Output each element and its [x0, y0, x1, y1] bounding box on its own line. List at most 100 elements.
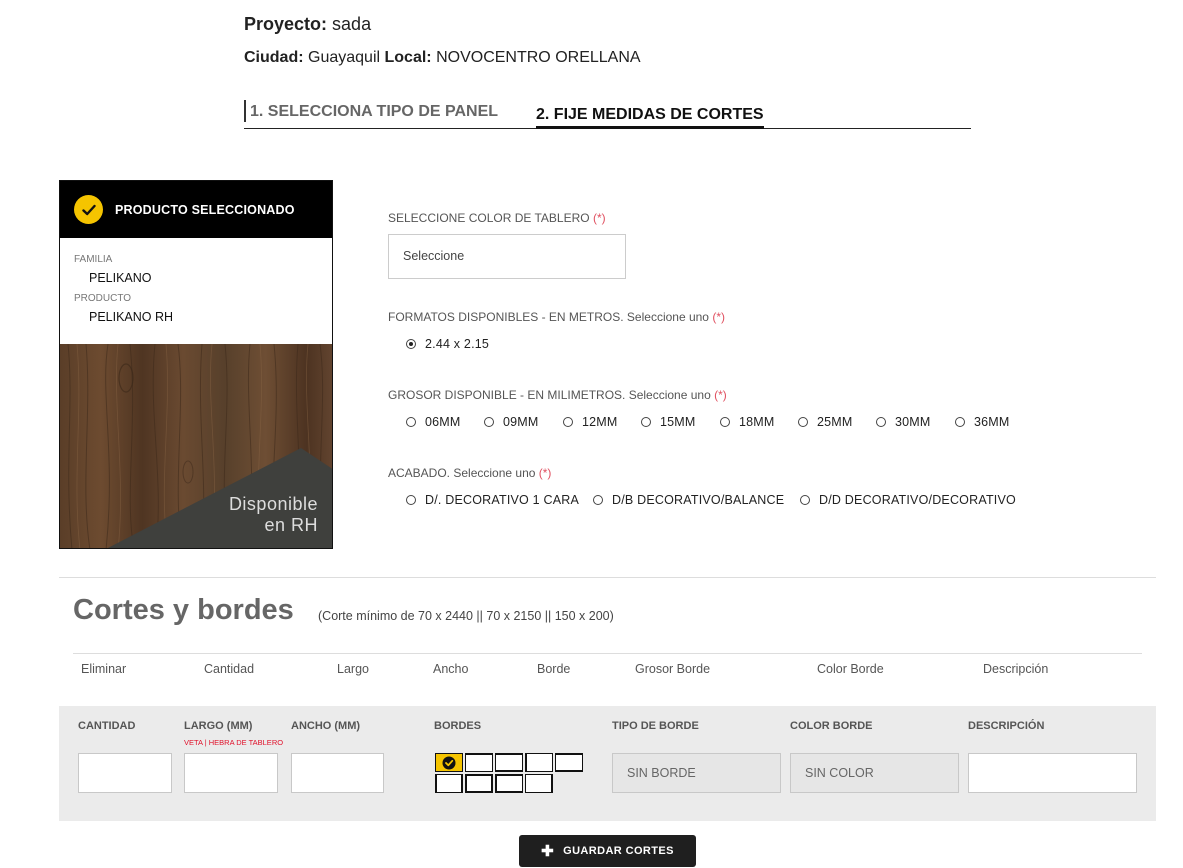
border-option-top-bottom[interactable] — [495, 753, 523, 772]
cortes-note: (Corte mínimo de 70 x 2440 || 70 x 2150 … — [318, 609, 614, 623]
border-option-right[interactable] — [525, 774, 553, 793]
descripcion-label: DESCRIPCIÓN — [968, 720, 1045, 732]
grosor-options: 06MM 09MM 12MM 15MM 18MM 25MM 30MM 36MM — [388, 415, 1088, 429]
veta-note: VETA | HEBRA DE TABLERO — [184, 738, 284, 747]
col-ancho: Ancho — [433, 662, 469, 676]
radio-icon[interactable] — [406, 495, 416, 505]
familia-value: PELIKANO — [89, 271, 152, 285]
col-color-borde: Color Borde — [817, 662, 884, 676]
grosor-option[interactable]: 12MM — [563, 415, 641, 429]
cantidad-label: CANTIDAD — [78, 720, 136, 732]
project-label: Proyecto: — [244, 14, 328, 34]
radio-icon[interactable] — [406, 417, 416, 427]
color-borde-select[interactable]: SIN COLOR — [790, 753, 959, 793]
producto-label: PRODUCTO — [74, 293, 132, 304]
acabado-label: ACABADO. Seleccione uno (*) — [388, 466, 1088, 480]
grosor-label: GROSOR DISPONIBLE - EN MILIMETROS. Selec… — [388, 388, 1088, 402]
grosor-option[interactable]: 30MM — [876, 415, 955, 429]
cortes-title: Cortes y bordes — [73, 594, 294, 626]
grosor-label-text: GROSOR DISPONIBLE - EN MILIMETROS. Selec… — [388, 388, 711, 402]
grosor-option-label: 25MM — [817, 415, 853, 429]
border-option-all[interactable] — [465, 774, 493, 793]
step-tabs: 1. SELECCIONA TIPO DE PANEL 2. FIJE MEDI… — [244, 100, 971, 129]
producto-value: PELIKANO RH — [89, 310, 174, 324]
card-title: PRODUCTO SELECCIONADO — [115, 202, 295, 217]
grosor-option[interactable]: 36MM — [955, 415, 1010, 429]
color-borde-label: COLOR BORDE — [790, 720, 873, 732]
col-cantidad: Cantidad — [204, 662, 255, 676]
radio-icon[interactable] — [484, 417, 494, 427]
bordes-label: BORDES — [434, 720, 482, 732]
grosor-option-label: 09MM — [503, 415, 539, 429]
color-select[interactable]: Seleccione — [388, 234, 626, 279]
col-borde: Borde — [537, 662, 571, 676]
acabado-option-label: D/. DECORATIVO 1 CARA — [425, 493, 579, 507]
border-option-none[interactable] — [435, 753, 463, 772]
required-mark: (*) — [714, 388, 727, 402]
grosor-option[interactable]: 18MM — [720, 415, 798, 429]
grosor-option[interactable]: 06MM — [406, 415, 484, 429]
grosor-option[interactable]: 09MM — [484, 415, 563, 429]
save-cuts-button[interactable]: ✚ GUARDAR CORTES — [519, 835, 696, 867]
acabado-label-text: ACABADO. Seleccione uno — [388, 466, 536, 480]
border-option-short-sides[interactable] — [435, 774, 463, 793]
grosor-option[interactable]: 25MM — [798, 415, 876, 429]
product-image: Disponible en RH — [60, 343, 332, 548]
radio-icon[interactable] — [720, 417, 730, 427]
badge-line-2: en RH — [264, 515, 318, 535]
descripcion-input[interactable] — [968, 753, 1137, 793]
col-descripcion: Descripción — [983, 662, 1049, 676]
border-option-top[interactable] — [465, 753, 493, 772]
formato-option[interactable]: 2.44 x 2.15 — [406, 337, 489, 351]
acabado-option-label: D/B DECORATIVO/BALANCE — [612, 493, 785, 507]
local-label: Local: — [384, 49, 432, 66]
grosor-option-label: 12MM — [582, 415, 618, 429]
color-label: SELECCIONE COLOR DE TABLERO (*) — [388, 211, 1088, 225]
acabado-option[interactable]: D/B DECORATIVO/BALANCE — [593, 493, 800, 507]
save-cuts-label: GUARDAR CORTES — [563, 845, 674, 857]
col-grosor-borde: Grosor Borde — [635, 662, 711, 676]
radio-icon[interactable] — [800, 495, 810, 505]
border-option-long-sides[interactable] — [555, 753, 583, 772]
panel-options-form: SELECCIONE COLOR DE TABLERO (*) Seleccio… — [388, 211, 1088, 507]
radio-icon[interactable] — [955, 417, 965, 427]
card-header: PRODUCTO SELECCIONADO — [60, 181, 332, 238]
tab-step-2[interactable]: 2. FIJE MEDIDAS DE CORTES — [536, 106, 764, 129]
radio-icon[interactable] — [641, 417, 651, 427]
acabado-option[interactable]: D/D DECORATIVO/DECORATIVO — [800, 493, 1016, 507]
radio-selected-icon[interactable] — [406, 339, 416, 349]
check-icon — [74, 195, 103, 224]
familia-label: FAMILIA — [74, 254, 113, 265]
radio-icon[interactable] — [563, 417, 573, 427]
grosor-option-label: 18MM — [739, 415, 775, 429]
border-option-left[interactable] — [525, 753, 553, 772]
required-mark: (*) — [538, 466, 552, 480]
table-header-line — [73, 653, 1142, 654]
local-value: NOVOCENTRO ORELLANA — [436, 49, 641, 66]
acabado-options: D/. DECORATIVO 1 CARA D/B DECORATIVO/BAL… — [388, 493, 1088, 507]
largo-input[interactable] — [184, 753, 278, 793]
grosor-option-label: 36MM — [974, 415, 1010, 429]
radio-icon[interactable] — [593, 495, 603, 505]
grosor-option[interactable]: 15MM — [641, 415, 720, 429]
acabado-option-label: D/D DECORATIVO/DECORATIVO — [819, 493, 1016, 507]
ancho-label: ANCHO (MM) — [291, 720, 361, 732]
formatos-label: FORMATOS DISPONIBLES - EN METROS. Selecc… — [388, 310, 1088, 324]
grosor-option-label: 30MM — [895, 415, 931, 429]
radio-icon[interactable] — [876, 417, 886, 427]
badge-line-1: Disponible — [228, 494, 318, 514]
availability-badge: Disponible en RH — [229, 494, 318, 536]
acabado-option[interactable]: D/. DECORATIVO 1 CARA — [406, 493, 593, 507]
card-body: FAMILIA PELIKANO PRODUCTO PELIKANO RH — [60, 238, 332, 345]
radio-icon[interactable] — [798, 417, 808, 427]
city-label: Ciudad: — [244, 49, 304, 66]
location-line: Ciudad: Guayaquil Local: NOVOCENTRO OREL… — [244, 49, 641, 67]
tab-step-1[interactable]: 1. SELECCIONA TIPO DE PANEL — [250, 103, 498, 121]
border-option-three-sides[interactable] — [495, 774, 523, 793]
largo-label: LARGO (MM) — [184, 720, 253, 732]
required-mark: (*) — [712, 310, 725, 324]
tipo-borde-select[interactable]: SIN BORDE — [612, 753, 781, 793]
cantidad-input[interactable] — [78, 753, 172, 793]
col-largo: Largo — [337, 662, 369, 676]
ancho-input[interactable] — [291, 753, 384, 793]
